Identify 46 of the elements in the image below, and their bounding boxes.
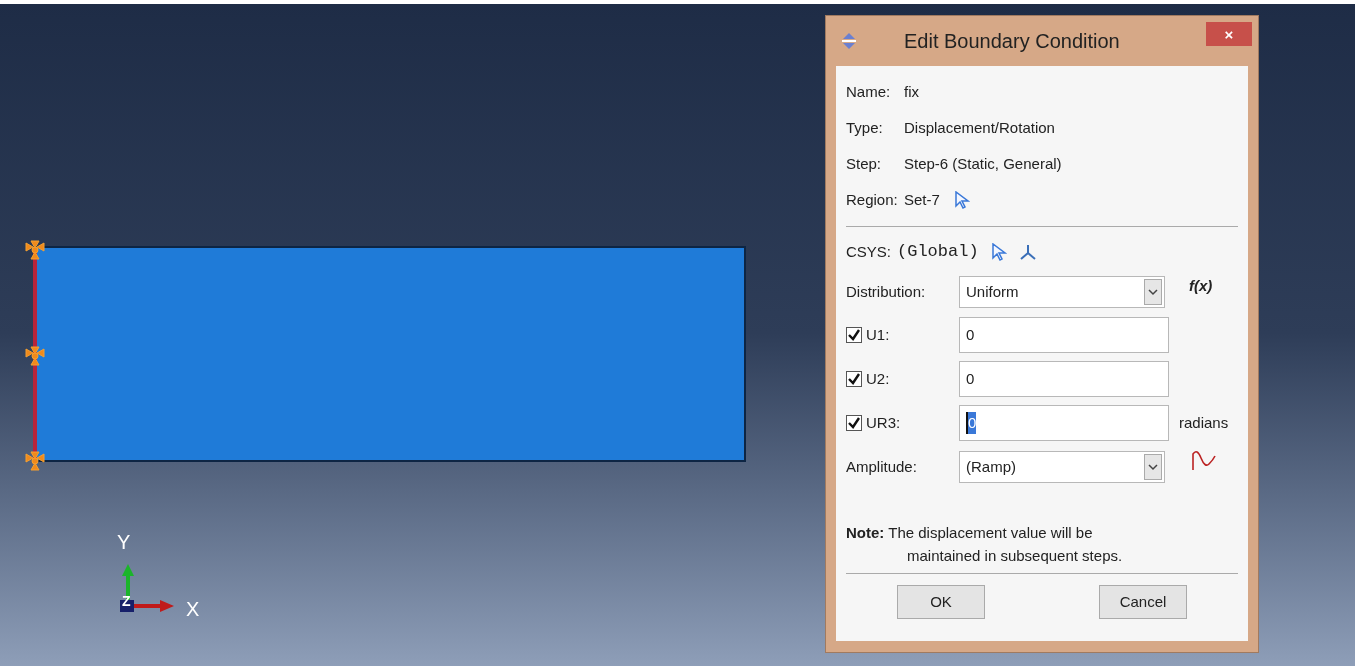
checkbox[interactable] xyxy=(846,415,862,431)
close-button[interactable]: × xyxy=(1206,22,1252,46)
check-icon xyxy=(848,329,860,341)
dialog-button[interactable]: OK xyxy=(897,585,985,619)
input-field[interactable]: 0 xyxy=(959,317,1169,353)
field-label: Name: xyxy=(846,81,892,102)
dialog-button[interactable]: Cancel xyxy=(1099,585,1187,619)
cursor-icon[interactable] xyxy=(990,243,1007,261)
field-label: Step: xyxy=(846,153,883,174)
field-label: UR3: xyxy=(866,412,902,433)
note-text: Note: The displacement value will be maintained in subsequent steps. xyxy=(846,523,1124,566)
chevron-icon xyxy=(1144,454,1162,480)
axis-label: X xyxy=(186,597,200,622)
dropdown[interactable]: Uniform xyxy=(959,276,1165,308)
field-value: Set-7 xyxy=(904,189,940,210)
axis-label: Y xyxy=(117,530,131,555)
unit-label: radians xyxy=(1179,412,1229,433)
axes-icon[interactable] xyxy=(1018,243,1037,261)
axis-label: Z xyxy=(122,594,131,608)
field-label: U1: xyxy=(866,324,891,345)
boundary-condition-icon xyxy=(24,346,46,366)
input-field[interactable]: 0 xyxy=(959,405,1169,441)
field-label: CSYS: xyxy=(846,241,891,262)
function-button[interactable]: f(x) xyxy=(1189,274,1213,298)
window-title: Edit Boundary Condition xyxy=(904,29,1120,54)
app-icon xyxy=(840,32,858,50)
checkbox[interactable] xyxy=(846,371,862,387)
boundary-condition-icon xyxy=(24,451,46,471)
field-label: U2: xyxy=(866,368,891,389)
check-icon xyxy=(848,373,860,385)
field-value: fix xyxy=(904,81,919,102)
chevron-icon xyxy=(1144,279,1162,305)
field-value: Displacement/Rotation xyxy=(904,117,1055,138)
check-icon xyxy=(848,417,860,429)
field-label: Region: xyxy=(846,189,899,210)
boundary-condition-icon xyxy=(24,240,46,260)
input-field[interactable]: 0 xyxy=(959,361,1169,397)
dropdown[interactable]: (Ramp) xyxy=(959,451,1165,483)
checkbox[interactable] xyxy=(846,327,862,343)
field-value: Step-6 (Static, General) xyxy=(904,153,1062,174)
field-label: Amplitude: xyxy=(846,456,918,477)
wave-icon[interactable] xyxy=(1191,450,1217,472)
cursor-icon[interactable] xyxy=(953,191,970,209)
field-label: Distribution: xyxy=(846,281,927,302)
field-value: (Global) xyxy=(897,241,979,264)
field-label: Type: xyxy=(846,117,884,138)
